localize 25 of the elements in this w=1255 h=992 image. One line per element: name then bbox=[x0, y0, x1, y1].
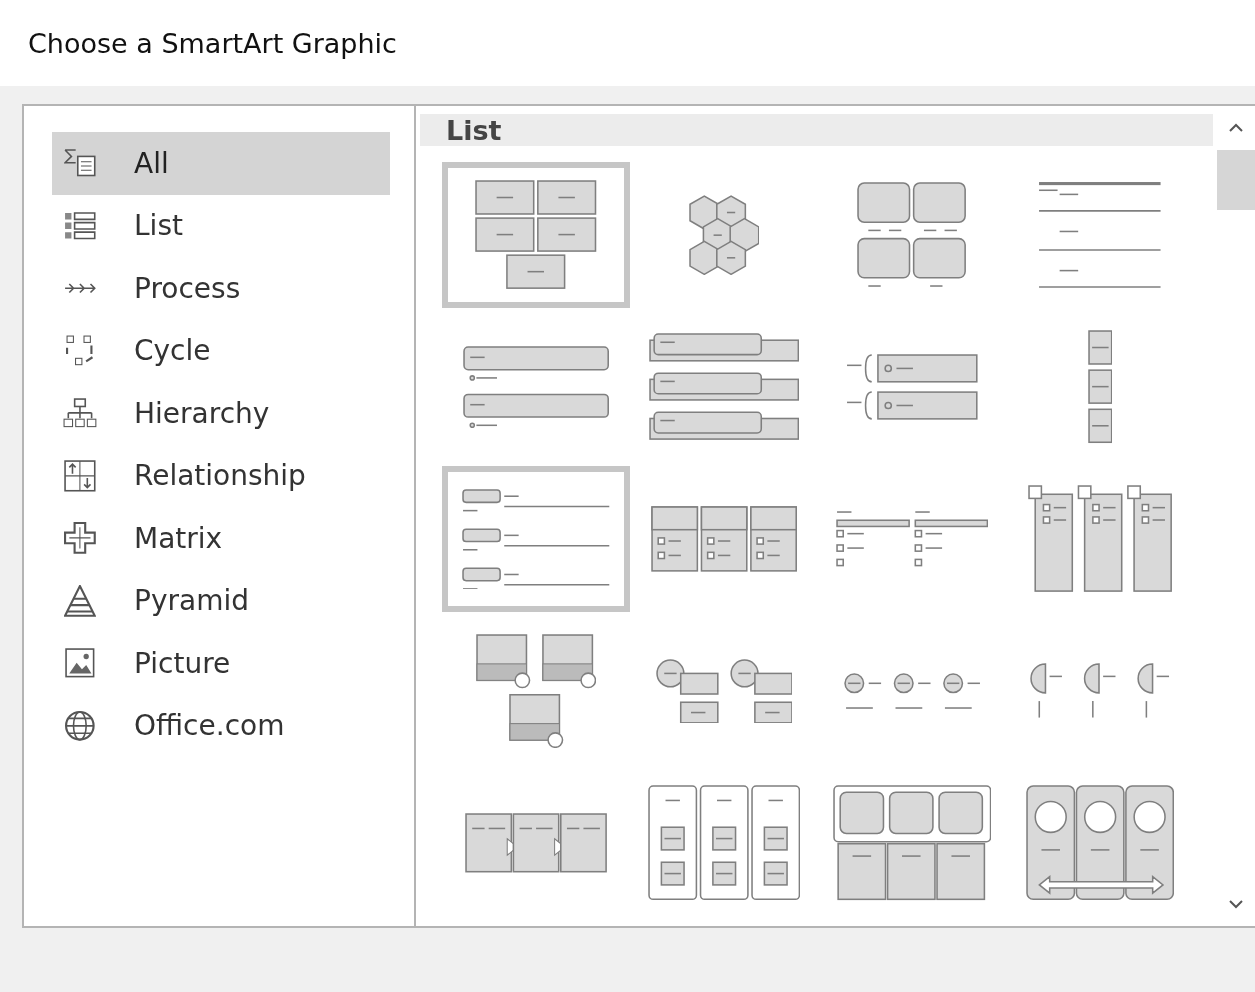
category-item[interactable]: Picture bbox=[52, 632, 390, 695]
category-item[interactable]: Office.com bbox=[52, 694, 390, 757]
image-icon bbox=[65, 648, 95, 679]
category-item[interactable]: Matrix bbox=[52, 507, 390, 570]
globe-icon bbox=[65, 710, 95, 741]
quadrant-arrows-icon bbox=[64, 459, 96, 492]
section-heading: List bbox=[420, 114, 1213, 146]
category-item[interactable]: All bbox=[52, 132, 390, 195]
sigma-list-icon bbox=[64, 149, 96, 177]
arrows-icon bbox=[64, 282, 96, 294]
pyramid-icon bbox=[64, 584, 96, 617]
cycle-icon bbox=[66, 335, 94, 367]
dialog-title: Choose a SmartArt Graphic bbox=[28, 27, 397, 59]
category-item[interactable]: Hierarchy bbox=[52, 382, 390, 445]
list-icon bbox=[64, 211, 96, 240]
category-item[interactable]: Cycle bbox=[52, 319, 390, 382]
category-item[interactable]: Pyramid bbox=[52, 569, 390, 632]
category-item[interactable]: Process bbox=[52, 257, 390, 320]
category-item[interactable]: List bbox=[52, 194, 390, 257]
layout-option[interactable] bbox=[442, 466, 630, 612]
cross-icon bbox=[64, 522, 96, 555]
scrollbar-thumb[interactable] bbox=[1217, 150, 1255, 210]
category-item[interactable]: Relationship bbox=[52, 444, 390, 507]
layout-option[interactable] bbox=[442, 162, 630, 308]
org-chart-icon bbox=[63, 398, 97, 429]
